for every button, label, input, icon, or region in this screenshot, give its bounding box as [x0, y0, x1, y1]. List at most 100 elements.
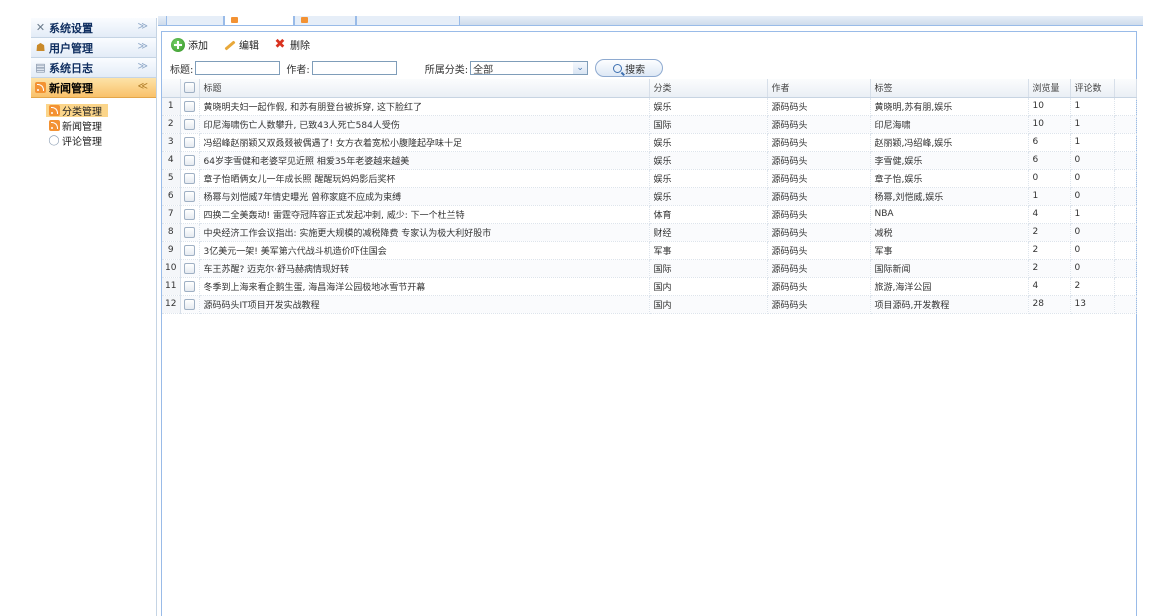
cell-filler: [1114, 115, 1137, 134]
chevron-down-icon[interactable]: ⌄: [573, 62, 588, 74]
edit-button-label: 编辑: [239, 41, 259, 52]
row-checkbox-cell[interactable]: [180, 259, 200, 278]
title-search-input[interactable]: [195, 61, 281, 75]
cell-category: 财经: [649, 223, 768, 242]
cell-tags: 李雪健,娱乐: [870, 151, 1029, 170]
select-all-checkbox-cell[interactable]: [180, 79, 200, 98]
row-checkbox-cell[interactable]: [180, 133, 200, 152]
column-header-title[interactable]: 标题: [199, 79, 650, 98]
column-header-views[interactable]: 浏览量: [1028, 79, 1071, 98]
row-checkbox-cell[interactable]: [180, 277, 200, 296]
tab-news-management[interactable]: [294, 16, 356, 25]
row-checkbox-cell[interactable]: [180, 205, 200, 224]
row-checkbox-cell[interactable]: [180, 97, 200, 116]
column-header-comments[interactable]: 评论数: [1070, 79, 1115, 98]
table-row[interactable]: 12 源码码头IT项目开发实战教程 国内 源码码头 项目源码,开发教程 28 1…: [162, 295, 1137, 314]
row-checkbox[interactable]: [184, 280, 195, 292]
add-icon: [171, 37, 185, 52]
cell-title: 源码码头IT项目开发实战教程: [199, 295, 650, 314]
sidebar-section-system-settings[interactable]: ✕ 系统设置 ≫: [31, 18, 156, 38]
cell-comments: 1: [1070, 97, 1115, 116]
row-checkbox[interactable]: [184, 136, 195, 148]
row-number: 12: [162, 295, 181, 314]
delete-button[interactable]: ✖ 删除: [273, 37, 310, 52]
row-checkbox[interactable]: [184, 262, 195, 274]
table-row[interactable]: 2 印尼海啸伤亡人数攀升, 已致43人死亡584人受伤 国际 源码码头 印尼海啸…: [162, 115, 1137, 134]
column-header-category[interactable]: 分类: [649, 79, 768, 98]
sidebar-section-news-management[interactable]: 新闻管理 ≪: [31, 78, 156, 98]
menu-item-category-management[interactable]: 分类管理: [46, 104, 108, 118]
tab-home[interactable]: [166, 16, 224, 25]
table-row[interactable]: 5 章子怡晒俩女儿一年成长照 醒醒玩妈妈影后奖杯 娱乐 源码码头 章子怡,娱乐 …: [162, 169, 1137, 188]
title-label: 标题:: [170, 64, 194, 76]
table-row[interactable]: 3 冯绍峰赵丽颖又双叒叕被偶遇了! 女方衣着宽松小腹隆起孕味十足 娱乐 源码码头…: [162, 133, 1137, 152]
table-row[interactable]: 11 冬季到上海来看企鹅生蛋, 海昌海洋公园极地冰雪节开幕 国内 源码码头 旅游…: [162, 277, 1137, 296]
tab-category-management[interactable]: [224, 16, 294, 25]
sidebar-section-label: 用户管理: [49, 41, 93, 55]
cell-tags: 项目源码,开发教程: [870, 295, 1029, 314]
search-icon: [613, 63, 623, 73]
cell-comments: 1: [1070, 133, 1115, 152]
row-checkbox[interactable]: [184, 298, 195, 310]
row-checkbox[interactable]: [184, 208, 195, 220]
row-checkbox[interactable]: [184, 244, 195, 256]
row-checkbox-cell[interactable]: [180, 187, 200, 206]
comment-icon: ◯: [48, 135, 60, 146]
row-number: 6: [162, 187, 181, 206]
row-number: 11: [162, 277, 181, 296]
table-row[interactable]: 4 64岁李雪健和老婆罕见近照 相爱35年老婆越来越美 娱乐 源码码头 李雪健,…: [162, 151, 1137, 170]
table-row[interactable]: 1 黄晓明夫妇一起作假, 和苏有朋登台被拆穿, 这下脸红了 娱乐 源码码头 黄晓…: [162, 97, 1137, 116]
row-checkbox[interactable]: [184, 226, 195, 238]
table-row[interactable]: 9 3亿美元一架! 美军第六代战斗机造价吓住国会 军事 源码码头 军事 2 0: [162, 241, 1137, 260]
select-all-checkbox[interactable]: [184, 82, 195, 94]
sidebar-section-system-log[interactable]: ▤ 系统日志 ≫: [31, 58, 156, 78]
row-checkbox-cell[interactable]: [180, 223, 200, 242]
column-header-author[interactable]: 作者: [767, 79, 871, 98]
menu-item-news-management[interactable]: 新闻管理: [46, 119, 156, 133]
edit-button[interactable]: 编辑: [222, 37, 259, 52]
table-row[interactable]: 7 四换二全美轰动! 雷霆夺冠阵容正式发起冲刺, 威少: 下一个杜兰特 体育 源…: [162, 205, 1137, 224]
menu-item-comment-management[interactable]: ◯ 评论管理: [46, 134, 156, 148]
column-header-tags[interactable]: 标签: [870, 79, 1029, 98]
cell-author: 源码码头: [767, 205, 871, 224]
cell-tags: 减税: [870, 223, 1029, 242]
cell-tags: 杨幂,刘恺威,娱乐: [870, 187, 1029, 206]
row-checkbox[interactable]: [184, 154, 195, 166]
table-row[interactable]: 10 车王苏醒? 迈克尔·舒马赫病情现好转 国际 源码码头 国际新闻 2 0: [162, 259, 1137, 278]
row-checkbox[interactable]: [184, 118, 195, 130]
row-checkbox[interactable]: [184, 172, 195, 184]
cell-tags: 章子怡,娱乐: [870, 169, 1029, 188]
category-select-value: 全部: [473, 64, 494, 76]
row-number: 4: [162, 151, 181, 170]
cell-filler: [1114, 277, 1137, 296]
table-row[interactable]: 6 杨幂与刘恺威7年情史曝光 曾称家庭不应成为束缚 娱乐 源码码头 杨幂,刘恺威…: [162, 187, 1137, 206]
row-checkbox-cell[interactable]: [180, 115, 200, 134]
row-checkbox-cell[interactable]: [180, 295, 200, 314]
tab-comment-management[interactable]: [356, 16, 460, 25]
cell-category: 娱乐: [649, 151, 768, 170]
expand-icon[interactable]: ≫: [138, 61, 148, 72]
add-button[interactable]: 添加: [171, 37, 208, 52]
row-checkbox[interactable]: [184, 190, 195, 202]
row-checkbox-cell[interactable]: [180, 241, 200, 260]
expand-icon[interactable]: ≫: [138, 41, 148, 52]
sidebar-section-user-management[interactable]: ☗ 用户管理 ≫: [31, 38, 156, 58]
search-button[interactable]: 搜索: [595, 59, 664, 77]
category-select[interactable]: 全部 ⌄: [470, 61, 589, 76]
cell-title: 黄晓明夫妇一起作假, 和苏有朋登台被拆穿, 这下脸红了: [199, 97, 650, 116]
delete-button-label: 删除: [290, 41, 310, 52]
rss-icon: [48, 105, 60, 116]
cell-views: 4: [1028, 277, 1071, 296]
log-icon: ▤: [35, 61, 46, 74]
row-checkbox-cell[interactable]: [180, 169, 200, 188]
cell-tags: 印尼海啸: [870, 115, 1029, 134]
author-search-input[interactable]: [311, 61, 397, 75]
row-checkbox-cell[interactable]: [180, 151, 200, 170]
collapse-icon[interactable]: ≪: [138, 81, 148, 92]
row-checkbox[interactable]: [184, 100, 195, 112]
sidebar: ✕ 系统设置 ≫ ☗ 用户管理 ≫ ▤ 系统日志 ≫ 新闻管理 ≪ 分类管理 新…: [31, 18, 157, 616]
cell-author: 源码码头: [767, 115, 871, 134]
row-number: 1: [162, 97, 181, 116]
expand-icon[interactable]: ≫: [138, 21, 148, 32]
table-row[interactable]: 8 中央经济工作会议指出: 实施更大规模的减税降费 专家认为极大利好股市 财经 …: [162, 223, 1137, 242]
